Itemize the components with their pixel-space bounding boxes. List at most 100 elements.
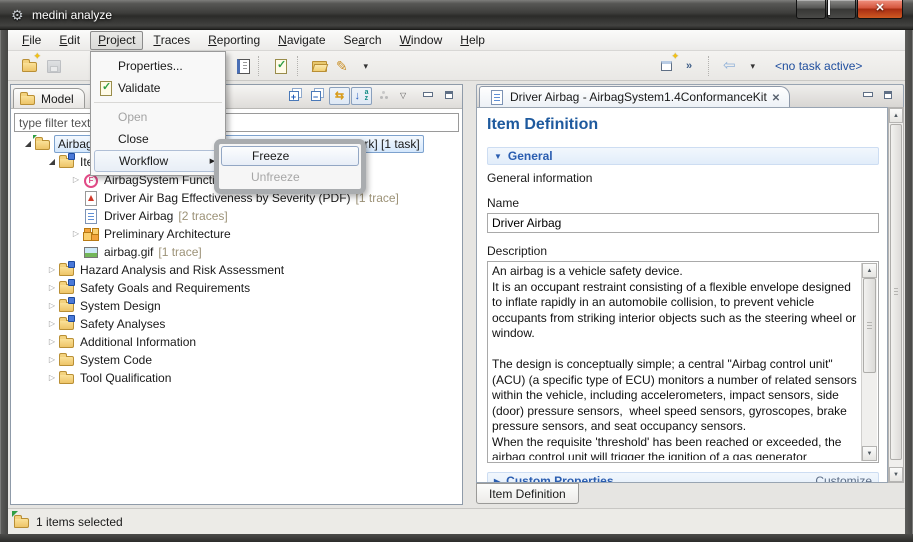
maximize-editor-button[interactable] [878, 87, 899, 105]
tree-expander-collapsed[interactable] [45, 369, 59, 387]
folder-tagged-icon [59, 154, 75, 170]
collapse-all-button[interactable] [307, 87, 328, 105]
minimize-view-icon [860, 88, 876, 104]
link-editor-button[interactable] [329, 87, 350, 105]
dropdown-button[interactable] [356, 54, 380, 78]
menu-reporting[interactable]: Reporting [200, 31, 268, 50]
type-filter-input[interactable] [14, 113, 459, 132]
menu-edit[interactable]: Edit [51, 31, 88, 50]
folder-tagged-icon [59, 280, 75, 296]
tab-close-icon[interactable] [772, 90, 780, 104]
custom-properties-section-header[interactable]: ▶ Custom Properties Customize [487, 472, 879, 483]
tree-expander-collapsed[interactable] [45, 315, 59, 333]
tab-model[interactable]: Model [13, 88, 85, 108]
view-header: Model [11, 85, 462, 109]
tree-item-preliminary-architecture[interactable]: Preliminary Architecture [11, 225, 462, 243]
report-icon [234, 58, 250, 74]
scrollbar-thumb[interactable] [890, 124, 902, 460]
submenu-item-unfreeze: Unfreeze [221, 166, 359, 187]
sort-az-button[interactable] [351, 87, 372, 105]
tab-item-definition[interactable]: Item Definition [476, 483, 579, 504]
scroll-up-button[interactable] [889, 108, 903, 123]
validate-icon [273, 58, 289, 74]
editor-scrollbar[interactable] [888, 107, 904, 483]
folder-icon [20, 91, 36, 107]
tree-expander-collapsed[interactable] [45, 279, 59, 297]
window-maximize-button[interactable] [827, 0, 856, 19]
menu-item-properties[interactable]: Properties... [92, 55, 224, 77]
document-icon [489, 89, 505, 105]
image-icon [83, 244, 99, 260]
tree-expander-collapsed[interactable] [45, 261, 59, 279]
tree-item-driver-airbag[interactable]: Driver Airbag[2 traces] [11, 207, 462, 225]
tree-item-system-code[interactable]: System Code [11, 351, 462, 369]
tree-expander-collapsed[interactable] [45, 333, 59, 351]
tree-item-badge: [2 traces] [178, 209, 227, 223]
menu-search[interactable]: Search [336, 31, 390, 50]
window-minimize-button[interactable] [796, 0, 826, 19]
status-bar: 1 items selected [8, 508, 905, 534]
tree-item-airbag-gif[interactable]: airbag.gif[1 trace] [11, 243, 462, 261]
brush-button[interactable] [332, 54, 356, 78]
active-task-label[interactable]: <no task active> [775, 59, 862, 73]
tree-item-hazard-analysis-and-risk-assessment[interactable]: Hazard Analysis and Risk Assessment [11, 261, 462, 279]
menu-help[interactable]: Help [452, 31, 493, 50]
tab-driver-airbag-editor[interactable]: Driver Airbag - AirbagSystem1.4Conforman… [479, 86, 790, 107]
new-wizard-icon [22, 58, 38, 74]
maximize-view-icon [442, 88, 458, 104]
back-arrow-button[interactable] [719, 54, 743, 78]
menu-item-close[interactable]: Close [92, 128, 224, 150]
report-button[interactable] [230, 54, 254, 78]
scrollbar-thumb[interactable] [863, 278, 876, 373]
header-menu-icon [400, 88, 411, 104]
maximize-view-button[interactable] [439, 87, 460, 105]
scroll-down-button[interactable] [889, 467, 903, 482]
window-close-button[interactable]: ✕ [857, 0, 903, 19]
view-menu-dots-button [373, 87, 394, 105]
name-field[interactable] [487, 213, 879, 233]
menu-navigate[interactable]: Navigate [270, 31, 333, 50]
header-menu-button[interactable] [395, 87, 416, 105]
new-wizard-button[interactable] [18, 54, 42, 78]
tree-expander-collapsed[interactable] [69, 225, 83, 243]
menu-file[interactable]: File [14, 31, 49, 50]
chevron-right-button[interactable] [680, 54, 704, 78]
dropdown-button[interactable] [743, 54, 767, 78]
collapse-all-icon [310, 88, 326, 104]
scrollbar-grip [867, 322, 872, 329]
tree-expander-expanded[interactable] [45, 153, 59, 171]
tree-item-system-design[interactable]: System Design [11, 297, 462, 315]
tree-item-safety-analyses[interactable]: Safety Analyses [11, 315, 462, 333]
tree-item-additional-information[interactable]: Additional Information [11, 333, 462, 351]
validate-button[interactable] [269, 54, 293, 78]
application-window: medini analyze ✕ FileEditProjectTracesRe… [0, 0, 913, 542]
general-section-header[interactable]: ▼ General [487, 147, 879, 165]
toolbar-separator [297, 56, 304, 76]
tree-item-safety-goals-and-requirements[interactable]: Safety Goals and Requirements [11, 279, 462, 297]
name-label: Name [487, 196, 879, 210]
customize-link[interactable]: Customize [815, 474, 872, 483]
minimize-view-button[interactable] [417, 87, 438, 105]
description-scrollbar[interactable] [861, 263, 877, 461]
expand-all-button[interactable] [285, 87, 306, 105]
scroll-up-button[interactable] [862, 263, 877, 278]
description-field[interactable]: An airbag is a vehicle safety device. It… [487, 261, 879, 463]
scroll-down-button[interactable] [862, 446, 877, 461]
perspective-icon [660, 58, 676, 74]
tree-expander-collapsed[interactable] [45, 351, 59, 369]
menu-window[interactable]: Window [392, 31, 451, 50]
tree-item-tool-qualification[interactable]: Tool Qualification [11, 369, 462, 387]
menu-item-validate[interactable]: Validate [92, 77, 224, 99]
menu-item-workflow[interactable]: Workflow▶ [94, 150, 222, 172]
menu-traces[interactable]: Traces [145, 31, 198, 50]
minimize-view-icon [420, 88, 436, 104]
expand-all-icon [288, 88, 304, 104]
bottom-tab-label: Item Definition [489, 487, 566, 501]
menu-project[interactable]: Project [90, 31, 143, 50]
minimize-editor-button[interactable] [857, 87, 878, 105]
perspective-button[interactable] [656, 54, 680, 78]
submenu-item-freeze[interactable]: Freeze [221, 146, 359, 166]
open-folder-button[interactable] [308, 54, 332, 78]
tree-expander-collapsed[interactable] [45, 297, 59, 315]
tree-expander-collapsed[interactable] [69, 171, 83, 189]
